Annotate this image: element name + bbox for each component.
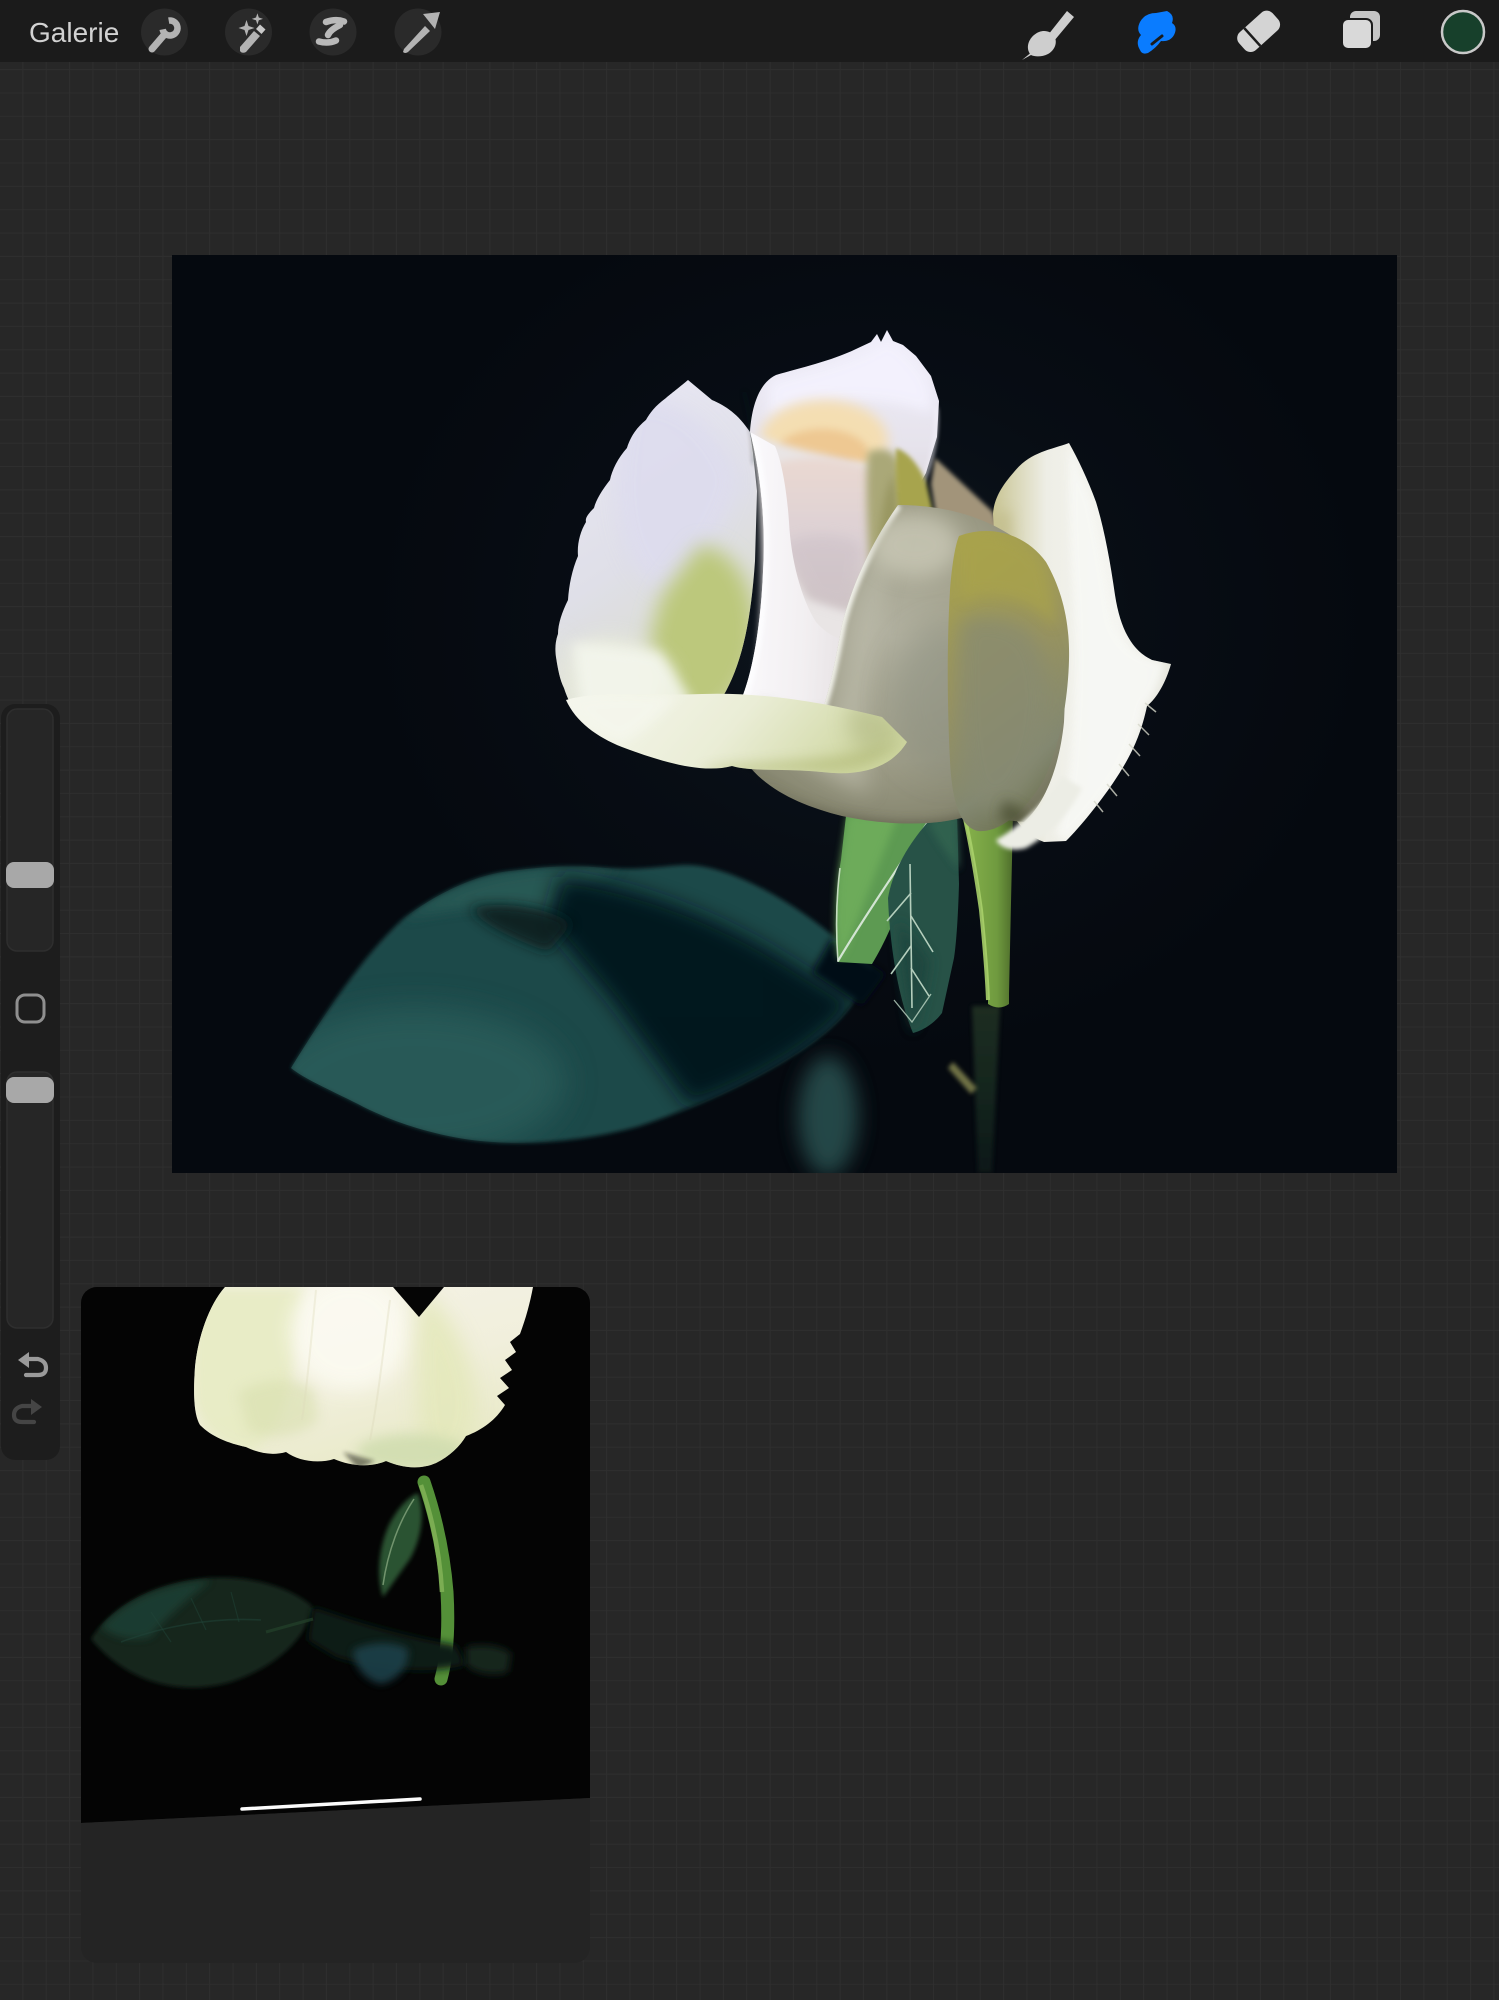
svg-text:Galerie: Galerie bbox=[29, 17, 119, 48]
